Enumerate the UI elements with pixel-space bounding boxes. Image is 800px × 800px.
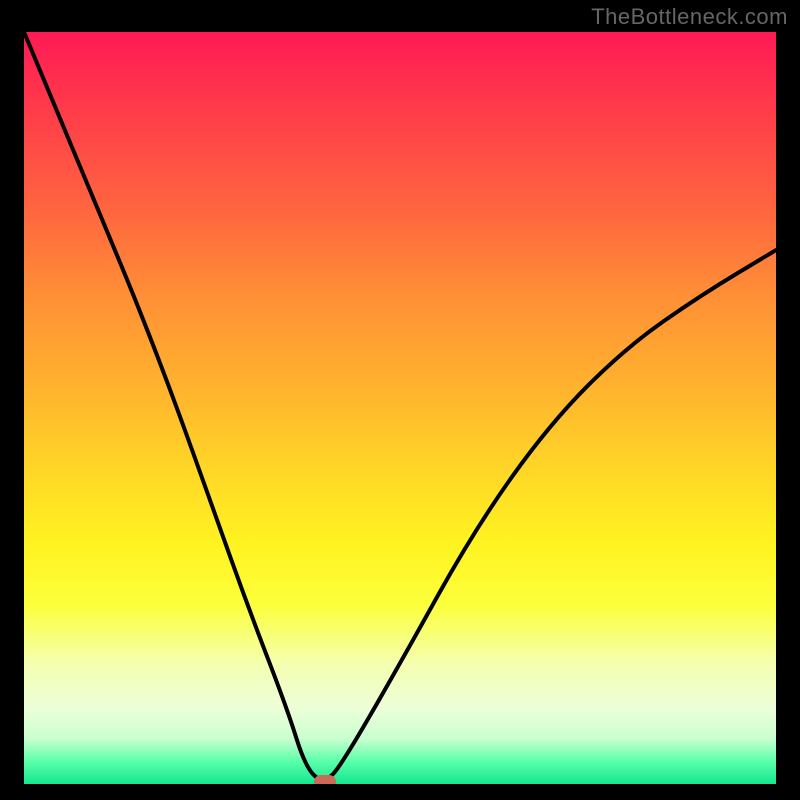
plot-area (24, 32, 776, 784)
bottleneck-curve (24, 32, 776, 779)
curve-svg (24, 32, 776, 784)
chart-frame: TheBottleneck.com (0, 0, 800, 800)
optimal-point-marker (314, 775, 336, 784)
watermark-text: TheBottleneck.com (591, 4, 788, 30)
